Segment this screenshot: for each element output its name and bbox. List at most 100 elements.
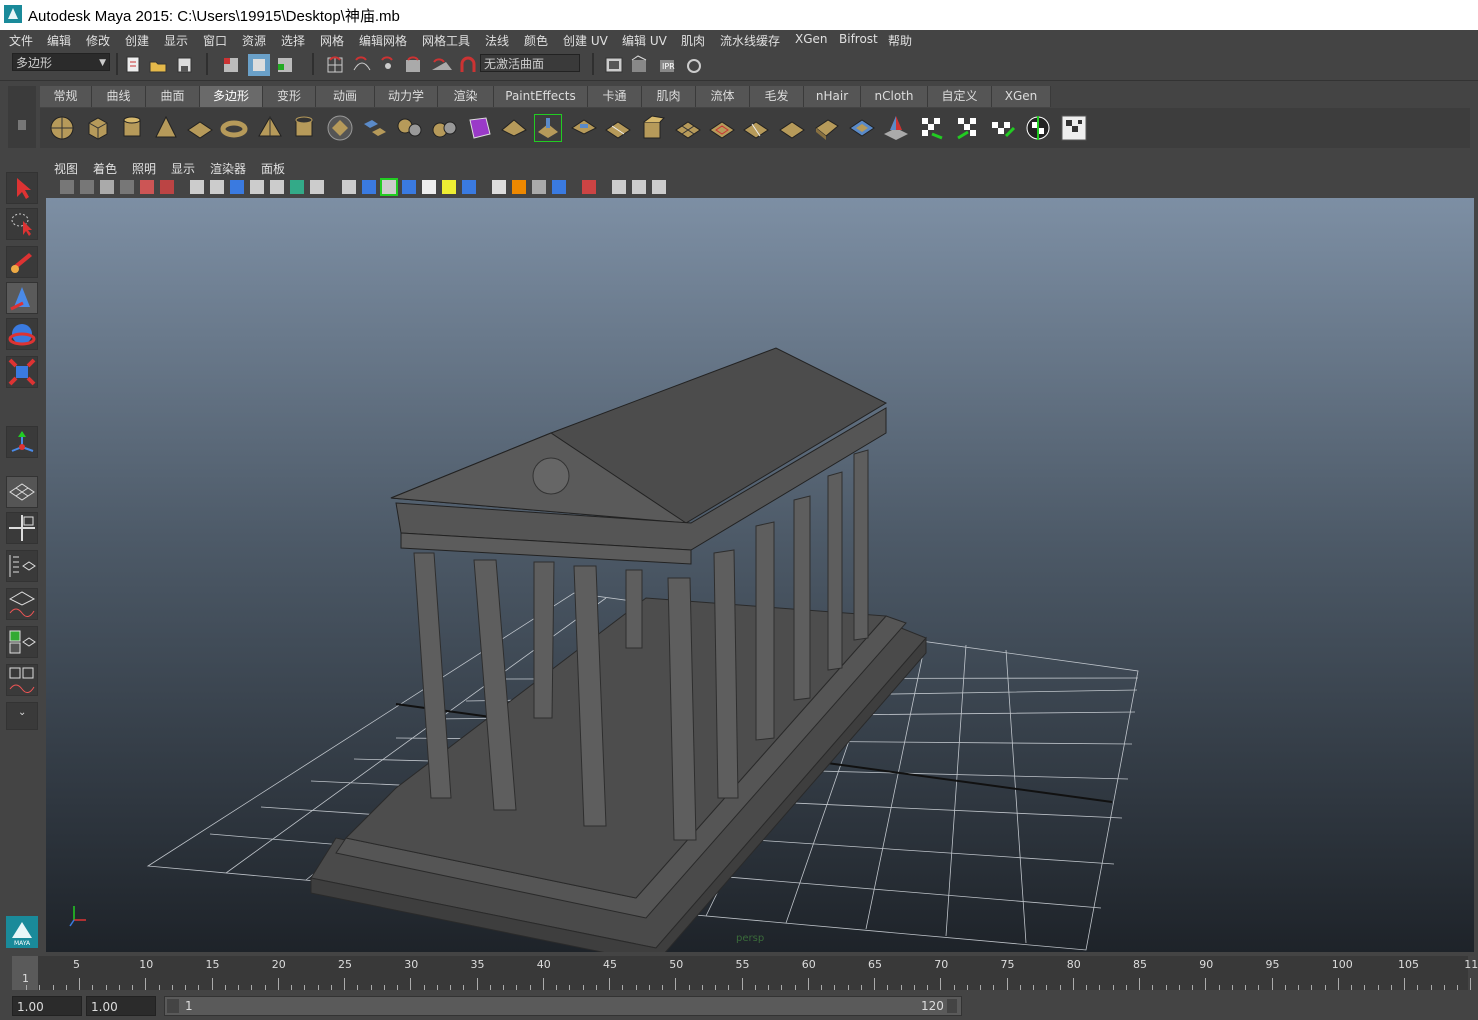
show-manipulator-tool[interactable] bbox=[6, 426, 38, 458]
bridge-icon[interactable] bbox=[570, 114, 598, 142]
shelf-tab-ncloth[interactable]: nCloth bbox=[861, 86, 928, 107]
shelf-tab-dynamics[interactable]: 动力学 bbox=[375, 86, 438, 107]
menu-normals[interactable]: 法线 bbox=[485, 32, 509, 49]
uv-checker-cylindrical-icon[interactable] bbox=[954, 114, 982, 142]
insert-edge-loop-icon[interactable] bbox=[674, 114, 702, 142]
layout-single-perspective[interactable] bbox=[6, 476, 38, 508]
shelf-tab-deformation[interactable]: 变形 bbox=[263, 86, 316, 107]
panel-menu-panels[interactable]: 面板 bbox=[261, 160, 285, 177]
layout-expand-button[interactable]: ⌄ bbox=[6, 702, 38, 730]
gate-mask-icon[interactable] bbox=[250, 180, 264, 194]
layout-persp-outliner[interactable] bbox=[6, 550, 38, 582]
menu-color[interactable]: 颜色 bbox=[524, 32, 548, 49]
layout-graph-editor[interactable] bbox=[6, 664, 38, 696]
uv-checker-planar-icon[interactable] bbox=[918, 114, 946, 142]
shelf-tab-rendering[interactable]: 渲染 bbox=[438, 86, 494, 107]
textured-icon[interactable] bbox=[402, 180, 416, 194]
panel-menu-view[interactable]: 视图 bbox=[54, 160, 78, 177]
shelf-tab-muscle[interactable]: 肌肉 bbox=[642, 86, 696, 107]
panel-menu-lighting[interactable]: 照明 bbox=[132, 160, 156, 177]
menu-help[interactable]: 帮助 bbox=[888, 32, 912, 49]
append-polygon-icon[interactable] bbox=[604, 114, 632, 142]
isolate-select-icon[interactable] bbox=[582, 180, 596, 194]
time-slider[interactable]: 1 5 10 15 20 25 30 35 40 45 50 55 60 65 70 75 80 85 90 95 10… bbox=[12, 956, 1478, 990]
safe-title-icon[interactable] bbox=[310, 180, 324, 194]
shelf-tab-polygons[interactable]: 多边形 bbox=[200, 86, 263, 107]
menu-mesh[interactable]: 网格 bbox=[320, 32, 344, 49]
smooth-proxy-icon[interactable] bbox=[466, 114, 494, 142]
paint-select-tool[interactable] bbox=[6, 246, 38, 278]
extrude-icon[interactable] bbox=[534, 114, 562, 142]
xray-components-icon[interactable] bbox=[652, 180, 666, 194]
poly-torus-icon[interactable] bbox=[220, 114, 248, 142]
wireframe-icon[interactable] bbox=[342, 180, 356, 194]
grease-pencil-icon[interactable] bbox=[140, 180, 154, 194]
poly-pipe-icon[interactable] bbox=[290, 114, 318, 142]
snap-buttons[interactable] bbox=[322, 54, 482, 76]
poly-platonic-icon[interactable] bbox=[326, 114, 354, 142]
sculpt-icon[interactable] bbox=[882, 114, 910, 142]
shelf-tab-general[interactable]: 常规 bbox=[40, 86, 92, 107]
range-end-handle[interactable] bbox=[947, 999, 957, 1013]
safe-action-icon[interactable] bbox=[290, 180, 304, 194]
camera-lock-icon[interactable] bbox=[160, 180, 174, 194]
file-buttons[interactable] bbox=[124, 54, 204, 76]
uv-editor-icon[interactable] bbox=[1060, 114, 1088, 142]
panel-menu-shading[interactable]: 着色 bbox=[93, 160, 117, 177]
menu-edit[interactable]: 编辑 bbox=[47, 32, 71, 49]
wireframe-on-shaded-icon[interactable] bbox=[380, 178, 398, 196]
image-plane-icon[interactable] bbox=[100, 180, 114, 194]
xray-joints-icon[interactable] bbox=[632, 180, 646, 194]
uv-checker-spherical-icon[interactable] bbox=[988, 114, 1016, 142]
menu-set-dropdown[interactable]: 多边形 ▼ bbox=[12, 53, 110, 71]
select-tool[interactable] bbox=[6, 172, 38, 204]
poly-sphere-icon[interactable] bbox=[48, 114, 76, 142]
menu-display[interactable]: 显示 bbox=[164, 32, 188, 49]
lasso-tool[interactable] bbox=[6, 208, 38, 240]
menu-edit-mesh[interactable]: 编辑网格 bbox=[359, 32, 407, 49]
shelf-tab-fluids[interactable]: 流体 bbox=[696, 86, 750, 107]
menu-create[interactable]: 创建 bbox=[125, 32, 149, 49]
checker-icon[interactable] bbox=[422, 180, 436, 194]
film-gate-icon[interactable] bbox=[210, 180, 224, 194]
menu-xgen[interactable]: XGen bbox=[795, 32, 828, 46]
start-time-field[interactable]: 1.00 bbox=[12, 996, 82, 1016]
menu-file[interactable]: 文件 bbox=[9, 32, 33, 49]
shelf-tab-toon[interactable]: 卡通 bbox=[588, 86, 642, 107]
uv-checker-auto-icon[interactable] bbox=[1024, 114, 1052, 142]
shelf-tab-fur[interactable]: 毛发 bbox=[750, 86, 804, 107]
selection-mask-buttons[interactable] bbox=[220, 54, 310, 76]
menu-mesh-tools[interactable]: 网格工具 bbox=[422, 32, 470, 49]
shelf-tab-painteffects[interactable]: PaintEffects bbox=[494, 86, 588, 107]
smooth-shade-icon[interactable] bbox=[362, 180, 376, 194]
slide-edge-icon[interactable] bbox=[778, 114, 806, 142]
menu-bifrost[interactable]: Bifrost bbox=[839, 32, 878, 46]
layout-persp-graph[interactable] bbox=[6, 588, 38, 620]
camera-bookmark-icon[interactable] bbox=[80, 180, 94, 194]
layout-hypershade[interactable] bbox=[6, 626, 38, 658]
move-tool[interactable] bbox=[6, 282, 38, 314]
shelf-tab-curves[interactable]: 曲线 bbox=[92, 86, 146, 107]
menu-pipeline-cache[interactable]: 流水线缓存 bbox=[720, 32, 780, 49]
render-buttons[interactable]: IPR bbox=[602, 54, 712, 76]
xray-icon[interactable] bbox=[612, 180, 626, 194]
shelf-tab-surfaces[interactable]: 曲面 bbox=[146, 86, 200, 107]
menu-muscle[interactable]: 肌肉 bbox=[681, 32, 705, 49]
offset-edge-loop-icon[interactable] bbox=[708, 114, 736, 142]
range-slider[interactable]: 1 120 bbox=[164, 996, 962, 1016]
poke-icon[interactable] bbox=[848, 114, 876, 142]
camera-attributes-icon[interactable] bbox=[60, 180, 74, 194]
menu-modify[interactable]: 修改 bbox=[86, 32, 110, 49]
poly-cube-icon[interactable] bbox=[84, 114, 112, 142]
field-chart-icon[interactable] bbox=[270, 180, 284, 194]
resolution-gate-icon[interactable] bbox=[230, 180, 244, 194]
shelf-tab-custom[interactable]: 自定义 bbox=[928, 86, 992, 107]
smooth-icon[interactable] bbox=[500, 114, 528, 142]
grid-toggle-icon[interactable] bbox=[190, 180, 204, 194]
split-polygon-icon[interactable] bbox=[742, 114, 770, 142]
combine-icon[interactable] bbox=[360, 114, 388, 142]
rotate-tool[interactable] bbox=[6, 318, 38, 350]
shadows-icon[interactable] bbox=[462, 180, 476, 194]
menu-create-uv[interactable]: 创建 UV bbox=[563, 32, 608, 49]
motion-blur-icon[interactable] bbox=[512, 180, 526, 194]
